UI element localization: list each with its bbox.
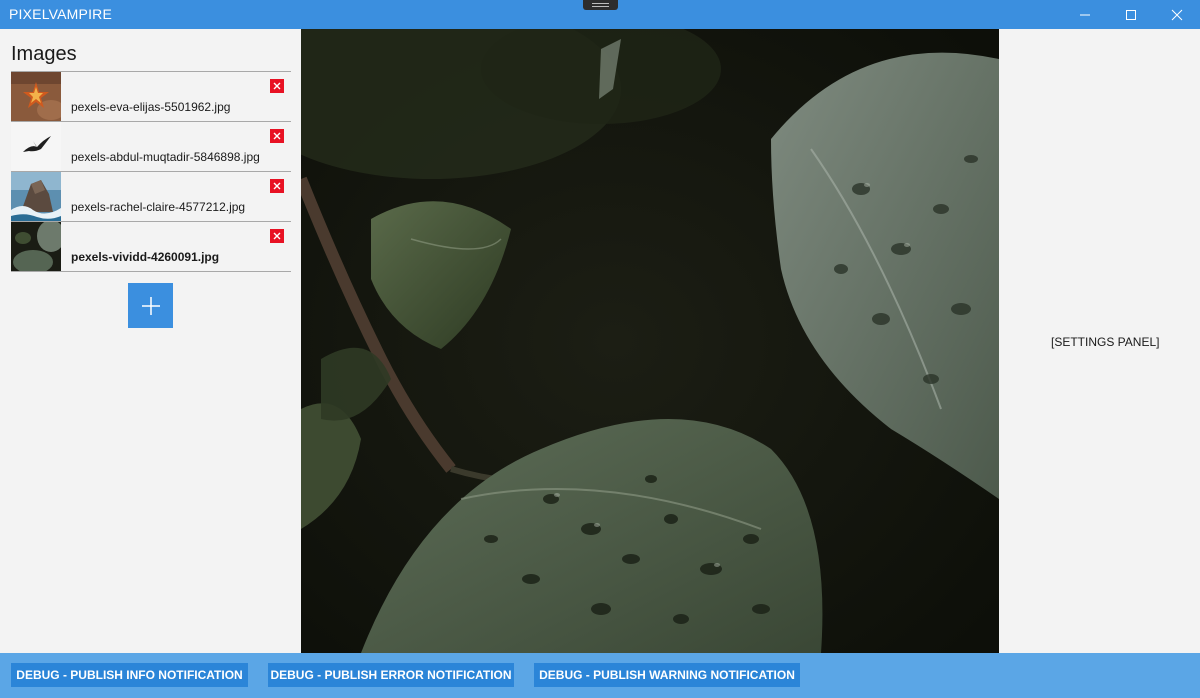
file-name: pexels-abdul-muqtadir-5846898.jpg (71, 150, 260, 164)
image-list: pexels-eva-elijas-5501962.jpg pexels-abd… (11, 71, 291, 272)
title-bar[interactable]: PIXELVAMPIRE (0, 0, 1200, 29)
rock-sea-thumbnail (11, 172, 61, 221)
close-icon (273, 182, 281, 190)
minimize-button[interactable] (1062, 0, 1108, 29)
add-image-button[interactable] (128, 283, 173, 328)
images-heading: Images (11, 43, 77, 65)
list-item[interactable]: pexels-vividd-4260091.jpg (11, 222, 291, 272)
close-icon (273, 82, 281, 90)
plus-icon (141, 296, 160, 315)
remove-image-button[interactable] (270, 229, 284, 243)
maximize-icon (1126, 9, 1136, 20)
remove-image-button[interactable] (270, 129, 284, 143)
publish-info-notification-button[interactable]: DEBUG - PUBLISH INFO NOTIFICATION (11, 663, 248, 687)
list-item[interactable]: pexels-eva-elijas-5501962.jpg (11, 72, 291, 122)
leaves-image (301, 29, 999, 653)
images-panel: Images pexels-eva-elijas-5501962.jpg pex… (0, 29, 301, 653)
close-icon (1171, 9, 1183, 20)
remove-image-button[interactable] (270, 79, 284, 93)
file-name: pexels-eva-elijas-5501962.jpg (71, 100, 231, 114)
remove-image-button[interactable] (270, 179, 284, 193)
close-window-button[interactable] (1154, 0, 1200, 29)
minimize-icon (1080, 14, 1090, 15)
list-item[interactable]: pexels-abdul-muqtadir-5846898.jpg (11, 122, 291, 172)
leaves-thumbnail (11, 222, 61, 271)
file-name: pexels-vividd-4260091.jpg (71, 250, 220, 264)
file-name: pexels-rachel-claire-4577212.jpg (71, 200, 246, 214)
maximize-button[interactable] (1108, 0, 1154, 29)
publish-warning-notification-button[interactable]: DEBUG - PUBLISH WARNING NOTIFICATION (534, 663, 800, 687)
close-icon (273, 232, 281, 240)
bird-thumbnail (11, 122, 61, 171)
drag-handle[interactable] (583, 0, 618, 10)
settings-panel-placeholder: [SETTINGS PANEL] (1051, 335, 1160, 349)
star-ornament-thumbnail (11, 72, 61, 121)
close-icon (273, 132, 281, 140)
image-preview (301, 29, 999, 653)
settings-panel: [SETTINGS PANEL] (999, 29, 1200, 653)
publish-error-notification-button[interactable]: DEBUG - PUBLISH ERROR NOTIFICATION (268, 663, 514, 687)
app-title: PIXELVAMPIRE (9, 6, 113, 22)
list-item[interactable]: pexels-rachel-claire-4577212.jpg (11, 172, 291, 222)
debug-toolbar: DEBUG - PUBLISH INFO NOTIFICATION DEBUG … (0, 653, 1200, 698)
